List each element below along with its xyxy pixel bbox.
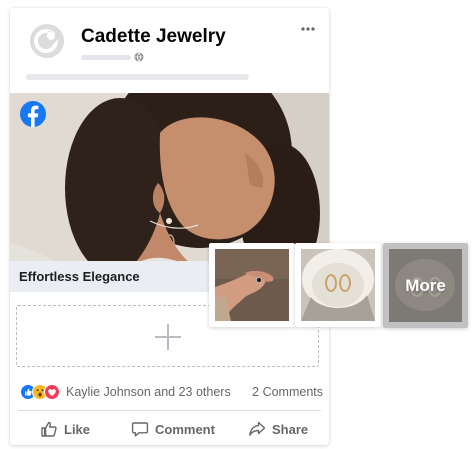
like-label: Like bbox=[64, 421, 91, 437]
comment-count[interactable]: 2 Comments bbox=[252, 385, 323, 399]
avatar-logo-icon bbox=[30, 24, 64, 58]
plus-icon bbox=[155, 324, 181, 350]
more-photos-tile[interactable]: More bbox=[383, 243, 468, 328]
thumbs-up-icon bbox=[41, 421, 57, 437]
comment-label: Comment bbox=[155, 421, 215, 437]
love-reaction-icon bbox=[44, 384, 60, 400]
ring-hand-photo bbox=[215, 249, 289, 321]
globe-icon bbox=[134, 52, 144, 62]
page-avatar[interactable] bbox=[30, 24, 64, 58]
more-photos-image: More bbox=[389, 249, 462, 322]
thumbnail-image bbox=[215, 249, 289, 321]
more-label: More bbox=[405, 275, 446, 295]
comment-button[interactable]: Comment bbox=[131, 416, 215, 442]
reacted-by-text[interactable]: Kaylie Johnson and 23 others bbox=[66, 385, 231, 399]
comment-icon bbox=[131, 422, 149, 437]
thumbnail-image bbox=[301, 249, 375, 321]
reactions-summary: Kaylie Johnson and 23 others 2 Comments bbox=[20, 383, 325, 401]
post-caption: Effortless Elegance bbox=[19, 269, 140, 284]
reaction-icons[interactable] bbox=[20, 384, 68, 400]
ad-post-card: Cadette Jewelry Effortless Elegance Kayl… bbox=[10, 8, 329, 445]
page-name[interactable]: Cadette Jewelry bbox=[81, 26, 226, 48]
earrings-bag-photo bbox=[301, 249, 375, 321]
facebook-logo-icon bbox=[20, 101, 46, 127]
post-header: Cadette Jewelry bbox=[10, 8, 329, 94]
share-icon bbox=[249, 421, 266, 436]
gallery-thumbnail[interactable] bbox=[295, 243, 381, 327]
more-options-icon[interactable] bbox=[300, 24, 316, 34]
divider bbox=[18, 410, 321, 411]
description-placeholder bbox=[26, 74, 249, 80]
like-button[interactable]: Like bbox=[40, 416, 90, 442]
timestamp-placeholder bbox=[81, 55, 131, 60]
post-actions: Like Comment Share bbox=[10, 416, 329, 442]
share-button[interactable]: Share bbox=[248, 416, 308, 442]
gallery-thumbnail[interactable] bbox=[209, 243, 295, 327]
share-label: Share bbox=[272, 421, 309, 437]
